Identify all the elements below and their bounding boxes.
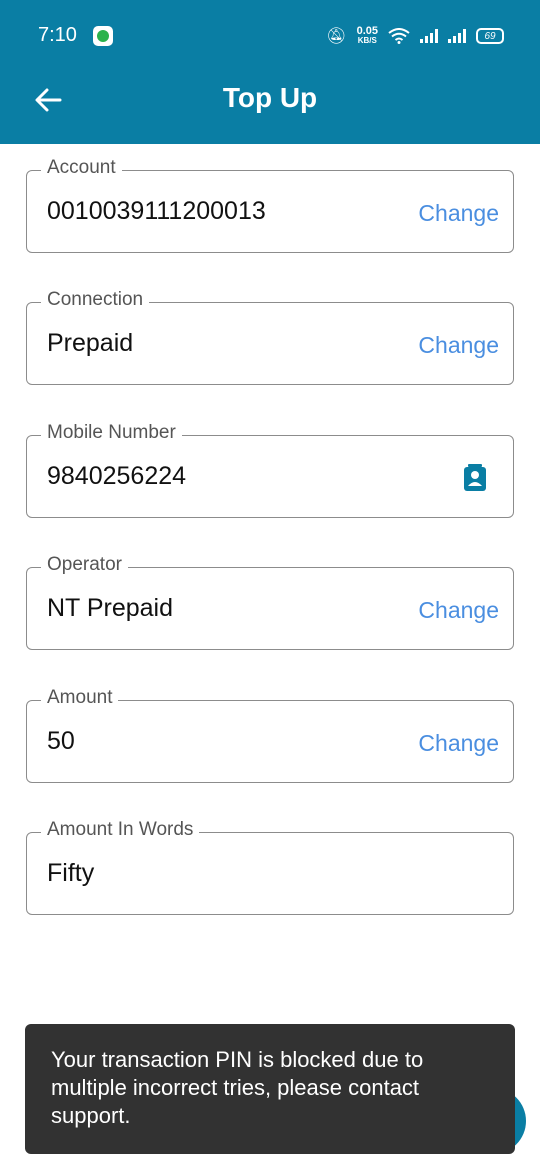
amount-label: Amount bbox=[41, 687, 119, 709]
status-icons: 🔕︎ 0.05 KB/S 69 bbox=[326, 24, 504, 48]
account-field: Account 0010039111200013 Change bbox=[26, 157, 514, 253]
status-time: 7:10 bbox=[38, 24, 77, 46]
net-speed-unit: KB/S bbox=[357, 36, 377, 45]
status-bar: 7:10 🔕︎ 0.05 KB/S 69 bbox=[0, 0, 540, 72]
amount-change-button[interactable]: Change bbox=[418, 730, 499, 757]
net-speed-value: 0.05 bbox=[356, 25, 378, 37]
operator-label: Operator bbox=[41, 554, 128, 576]
toast-text: Your transaction PIN is blocked due to m… bbox=[51, 1047, 424, 1128]
app-notification-icon bbox=[93, 26, 113, 46]
operator-change-button[interactable]: Change bbox=[418, 597, 499, 624]
operator-field: Operator NT Prepaid Change bbox=[26, 554, 514, 650]
amount-value: 50 bbox=[47, 727, 75, 755]
toast-message: Your transaction PIN is blocked due to m… bbox=[25, 1024, 515, 1154]
amount-in-words-value: Fifty bbox=[47, 859, 95, 887]
wifi-icon bbox=[388, 28, 410, 44]
connection-change-button[interactable]: Change bbox=[418, 332, 499, 359]
mobile-number-field[interactable]: Mobile Number 9840256224 bbox=[26, 422, 514, 518]
contact-icon[interactable] bbox=[463, 464, 487, 492]
signal-icon-2 bbox=[448, 29, 466, 43]
battery-icon: 69 bbox=[476, 28, 504, 44]
app-header: 7:10 🔕︎ 0.05 KB/S 69 Top Up bbox=[0, 0, 540, 144]
mobile-number-value[interactable]: 9840256224 bbox=[47, 462, 186, 491]
connection-field: Connection Prepaid Change bbox=[26, 289, 514, 385]
amount-in-words-label: Amount In Words bbox=[41, 819, 200, 841]
mobile-number-label: Mobile Number bbox=[41, 422, 182, 444]
page-title: Top Up bbox=[222, 82, 318, 113]
connection-label: Connection bbox=[41, 289, 150, 311]
account-value: 0010039111200013 bbox=[47, 197, 266, 225]
net-speed: 0.05 KB/S bbox=[357, 26, 378, 46]
account-change-button[interactable]: Change bbox=[418, 200, 499, 227]
account-label: Account bbox=[41, 157, 122, 179]
bell-muted-icon: 🔕︎ bbox=[326, 28, 347, 45]
amount-in-words-field: Amount In Words Fifty bbox=[26, 819, 514, 915]
amount-field: Amount 50 Change bbox=[26, 687, 514, 783]
operator-value: NT Prepaid bbox=[47, 594, 173, 622]
signal-icon-1 bbox=[420, 29, 438, 43]
connection-value: Prepaid bbox=[47, 329, 134, 357]
